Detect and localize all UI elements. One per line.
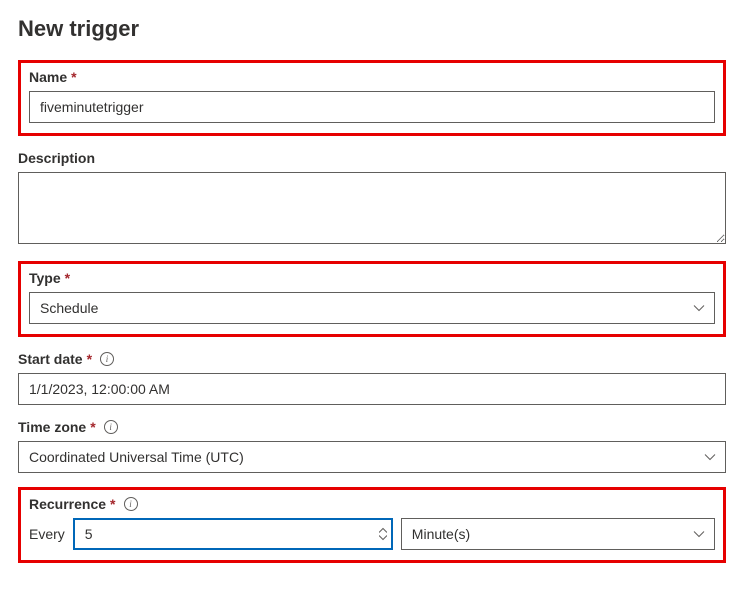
every-number-input[interactable] (73, 518, 393, 550)
recurrence-unit-select[interactable] (401, 518, 715, 550)
start-date-field: Start date * i (18, 351, 726, 405)
time-zone-field: Time zone * i (18, 419, 726, 473)
type-select[interactable] (29, 292, 715, 324)
description-textarea[interactable] (18, 172, 726, 244)
recurrence-label-row: Recurrence * i (29, 496, 715, 512)
name-label-row: Name * (29, 69, 715, 85)
recurrence-field-highlight: Recurrence * i Every (18, 487, 726, 563)
every-label: Every (29, 526, 65, 542)
info-icon[interactable]: i (104, 420, 118, 434)
name-field-highlight: Name * (18, 60, 726, 136)
start-date-label-row: Start date * i (18, 351, 726, 367)
description-label-row: Description (18, 150, 726, 166)
type-field-highlight: Type * (18, 261, 726, 337)
start-date-label: Start date (18, 351, 83, 367)
name-input[interactable] (29, 91, 715, 123)
required-asterisk: * (71, 69, 76, 85)
type-label-row: Type * (29, 270, 715, 286)
required-asterisk: * (90, 419, 95, 435)
type-select-wrap[interactable] (29, 292, 715, 324)
type-label: Type (29, 270, 61, 286)
required-asterisk: * (87, 351, 92, 367)
recurrence-row: Every (29, 518, 715, 550)
time-zone-select[interactable] (18, 441, 726, 473)
recurrence-unit-wrap[interactable] (401, 518, 715, 550)
recurrence-label: Recurrence (29, 496, 106, 512)
description-label: Description (18, 150, 95, 166)
description-field: Description (18, 150, 726, 247)
info-icon[interactable]: i (100, 352, 114, 366)
spinner-down-icon[interactable] (379, 535, 387, 541)
number-spinner[interactable] (379, 528, 387, 541)
page-title: New trigger (18, 16, 726, 42)
spinner-up-icon[interactable] (379, 528, 387, 534)
required-asterisk: * (65, 270, 70, 286)
info-icon[interactable]: i (124, 497, 138, 511)
required-asterisk: * (110, 496, 115, 512)
every-number-wrap[interactable] (73, 518, 393, 550)
name-label: Name (29, 69, 67, 85)
start-date-input[interactable] (18, 373, 726, 405)
time-zone-select-wrap[interactable] (18, 441, 726, 473)
time-zone-label-row: Time zone * i (18, 419, 726, 435)
time-zone-label: Time zone (18, 419, 86, 435)
